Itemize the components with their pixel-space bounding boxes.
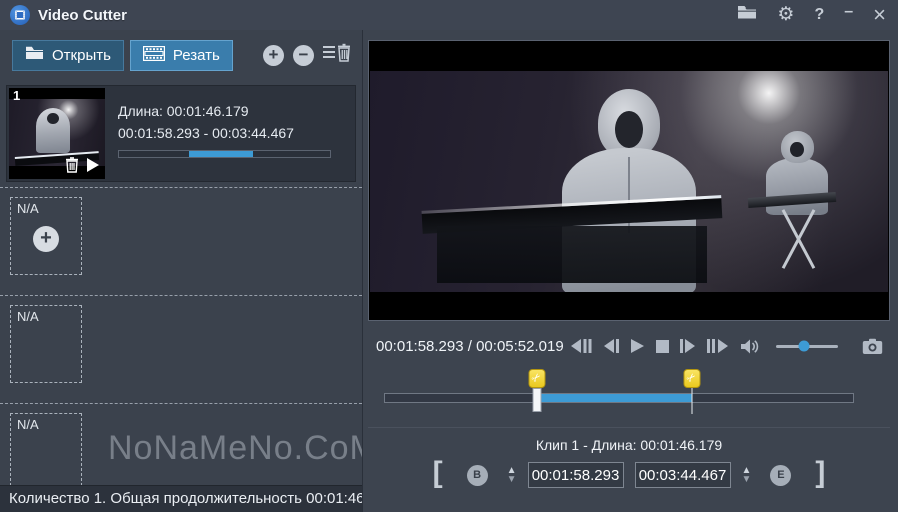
video-keyboard-stand <box>769 206 826 272</box>
clip-item-1[interactable]: 1 <box>6 85 356 182</box>
left-toolbar: Открыть Резать + − <box>0 30 362 80</box>
volume-icon[interactable] <box>740 338 760 355</box>
window-title: Video Cutter <box>38 7 127 24</box>
open-button[interactable]: Открыть <box>12 40 124 71</box>
add-slot-icon[interactable]: + <box>33 226 59 252</box>
preview-play-icon[interactable] <box>86 157 100 178</box>
app-window: Video Cutter ⚙ ? – × Открыть <box>0 0 898 512</box>
start-time-input[interactable] <box>528 462 624 488</box>
scissors-icon: ✂ <box>685 371 699 385</box>
set-end-button[interactable]: E <box>770 465 791 486</box>
snapshot-camera-icon[interactable] <box>862 338 883 355</box>
empty-slot-1[interactable]: N/A + <box>10 197 82 275</box>
video-table-stand <box>437 226 706 283</box>
preview-panel: 00:01:58.293 / 00:05:52.019 <box>363 30 898 512</box>
empty-row: N/A <box>0 296 362 404</box>
video-preview <box>370 71 888 292</box>
trim-start-handle[interactable]: ✂ <box>528 369 545 388</box>
clip-list: 1 <box>0 80 362 485</box>
empty-slot-3[interactable]: N/A <box>10 413 82 485</box>
clip-progress-bar <box>118 150 331 158</box>
playback-time-label: 00:01:58.293 / 00:05:52.019 <box>376 338 564 355</box>
clip-editor: Клип 1 - Длина: 00:01:46.179 [ B ▲ ▼ ▲ ▼… <box>368 427 890 488</box>
folder-icon[interactable] <box>737 5 757 25</box>
set-begin-button[interactable]: B <box>467 465 488 486</box>
help-icon[interactable]: ? <box>814 5 824 25</box>
settings-gear-icon[interactable]: ⚙ <box>777 5 794 25</box>
clip-length-label: Длина: 00:01:46.179 <box>118 103 343 119</box>
status-bar: Количество 1. Общая продолжительность 00… <box>0 485 362 512</box>
open-bracket-label: [ <box>433 461 443 485</box>
frame-forward-icon[interactable] <box>680 338 696 354</box>
start-time-stepper[interactable]: ▲ ▼ <box>507 467 517 484</box>
remove-clip-button[interactable]: − <box>293 45 314 66</box>
watermark-text: NoNaMeNo.CoM <box>108 429 362 468</box>
cut-button-label: Резать <box>173 47 220 64</box>
app-logo-icon <box>10 5 30 25</box>
close-bracket-label: ] <box>815 461 825 485</box>
empty-slot-label: N/A <box>17 201 39 216</box>
playhead-marker[interactable] <box>532 388 541 412</box>
clip-row: 1 <box>0 80 362 188</box>
empty-slot-label: N/A <box>17 417 39 432</box>
add-clip-button[interactable]: + <box>263 45 284 66</box>
skip-back-icon[interactable] <box>570 338 592 354</box>
empty-slot-2[interactable]: N/A <box>10 305 82 383</box>
clip-index-badge: 1 <box>13 88 20 103</box>
film-strip-icon <box>143 46 165 65</box>
stepper-down-icon[interactable]: ▼ <box>507 476 517 484</box>
play-icon[interactable] <box>630 338 645 354</box>
trim-slider: ✂ ✂ <box>368 365 890 427</box>
empty-row: N/A + <box>0 188 362 296</box>
clear-list-icon[interactable] <box>323 43 350 67</box>
cut-button[interactable]: Резать <box>130 40 233 71</box>
stop-icon[interactable] <box>656 340 669 353</box>
trim-end-handle[interactable]: ✂ <box>683 369 700 388</box>
volume-slider-thumb[interactable] <box>798 341 809 352</box>
frame-back-icon[interactable] <box>603 338 619 354</box>
clip-thumbnail[interactable]: 1 <box>9 88 105 179</box>
empty-slot-label: N/A <box>17 309 39 324</box>
end-time-input[interactable] <box>635 462 731 488</box>
stepper-down-icon[interactable]: ▼ <box>742 476 752 484</box>
scissors-icon: ✂ <box>530 371 544 385</box>
volume-slider[interactable] <box>776 345 838 348</box>
video-frame <box>368 40 890 321</box>
skip-forward-icon[interactable] <box>707 338 729 354</box>
trim-end-marker <box>691 388 692 414</box>
open-button-label: Открыть <box>52 47 111 64</box>
close-icon[interactable]: × <box>873 6 886 24</box>
playback-controls: 00:01:58.293 / 00:05:52.019 <box>368 328 890 364</box>
delete-clip-icon[interactable] <box>65 157 79 178</box>
end-time-stepper[interactable]: ▲ ▼ <box>742 467 752 484</box>
minimize-icon[interactable]: – <box>844 2 853 22</box>
clip-progress-fill <box>189 151 253 157</box>
clip-editor-title: Клип 1 - Длина: 00:01:46.179 <box>368 437 890 453</box>
clip-range-label: 00:01:58.293 - 00:03:44.467 <box>118 125 343 141</box>
title-bar: Video Cutter ⚙ ? – × <box>0 0 898 30</box>
clip-list-panel: Открыть Резать + − <box>0 30 363 512</box>
thumbnail-image <box>9 99 105 166</box>
open-folder-icon <box>25 46 44 64</box>
